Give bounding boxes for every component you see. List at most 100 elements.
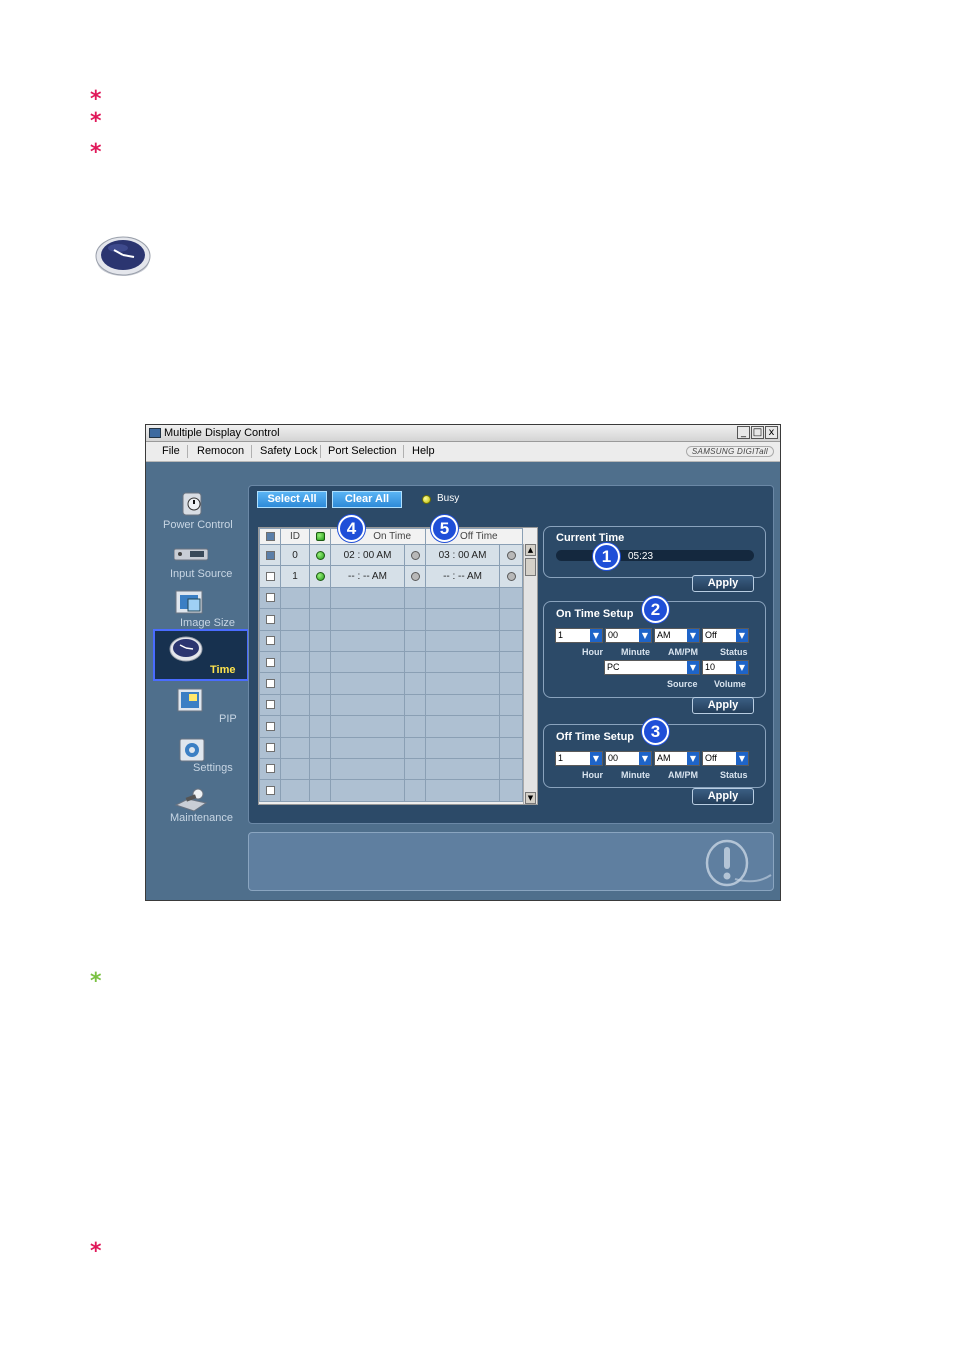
- row-checkbox[interactable]: [259, 608, 281, 631]
- exclamation-icon: [705, 839, 772, 887]
- row-off-time: 03 : 00 AM: [425, 543, 501, 567]
- app-icon: [149, 428, 161, 438]
- table-row[interactable]: 1 -- : -- AM -- : -- AM: [259, 565, 524, 588]
- menu-help[interactable]: Help: [412, 445, 435, 457]
- row-checkbox[interactable]: [259, 779, 281, 802]
- current-time-apply-button[interactable]: Apply: [692, 575, 754, 592]
- table-row[interactable]: [259, 672, 524, 695]
- clear-all-button[interactable]: Clear All: [332, 491, 402, 508]
- nav-power-control[interactable]: Power Control: [152, 487, 252, 535]
- on-hour-select[interactable]: 1 ▼: [555, 628, 603, 643]
- note-star-icon: *: [90, 140, 102, 165]
- scroll-thumb[interactable]: [525, 558, 536, 576]
- clock-icon: [169, 636, 203, 662]
- off-status-select[interactable]: Off ▼: [702, 751, 749, 766]
- on-volume-select[interactable]: 10 ▼: [702, 660, 749, 675]
- menu-remocon[interactable]: Remocon: [197, 445, 244, 457]
- note-star-icon: *: [90, 1239, 102, 1264]
- on-time-status-icon: [403, 565, 427, 588]
- chevron-down-icon: ▼: [736, 661, 748, 674]
- nav-image-size[interactable]: Image Size: [152, 585, 252, 633]
- settings-icon: [179, 738, 205, 762]
- on-time-status-icon: [403, 543, 427, 567]
- window-title: Multiple Display Control: [164, 427, 280, 439]
- menu-bar: File Remocon Safety Lock Port Selection …: [146, 442, 780, 462]
- row-checkbox[interactable]: [259, 693, 281, 717]
- select-all-checkbox[interactable]: [259, 528, 281, 545]
- menu-safety-lock[interactable]: Safety Lock: [260, 445, 317, 457]
- on-time-apply-button[interactable]: Apply: [692, 697, 754, 714]
- row-checkbox[interactable]: [259, 586, 281, 610]
- row-checkbox[interactable]: [259, 672, 281, 695]
- table-row[interactable]: 0 02 : 00 AM 03 : 00 AM: [259, 543, 524, 567]
- off-time-setup-title: Off Time Setup: [556, 731, 635, 743]
- callout-badge-3: 3: [642, 718, 669, 745]
- on-status-select[interactable]: Off ▼: [702, 628, 749, 643]
- off-minute-select[interactable]: 00 ▼: [605, 751, 652, 766]
- callout-badge-2: 2: [642, 596, 669, 623]
- minimize-button[interactable]: _: [737, 426, 750, 439]
- chevron-down-icon: ▼: [736, 752, 748, 765]
- row-checkbox[interactable]: [259, 629, 281, 652]
- id-column-header: ID: [280, 528, 310, 545]
- row-id: 1: [280, 565, 310, 588]
- busy-label: Busy: [437, 493, 460, 504]
- scroll-down-icon[interactable]: ▼: [525, 792, 536, 804]
- app-window: Multiple Display Control _ □ x File Remo…: [145, 424, 781, 901]
- nav-time[interactable]: Time: [153, 629, 249, 681]
- nav-settings[interactable]: Settings: [152, 733, 252, 781]
- table-row[interactable]: [259, 629, 524, 652]
- nav-maintenance[interactable]: Maintenance: [152, 783, 252, 831]
- off-time-status-icon: [499, 565, 524, 588]
- connection-status-icon: [309, 565, 331, 588]
- current-time-bar: [556, 550, 754, 561]
- tip-star-icon: *: [90, 969, 102, 994]
- status-message-box: [248, 832, 774, 891]
- row-checkbox[interactable]: [259, 757, 281, 781]
- current-time-title: Current Time: [556, 532, 625, 544]
- row-checkbox[interactable]: [259, 736, 281, 759]
- table-row[interactable]: [259, 736, 524, 759]
- table-row[interactable]: [259, 608, 524, 631]
- menu-port-selection[interactable]: Port Selection: [328, 445, 396, 457]
- row-checkbox[interactable]: [259, 565, 281, 588]
- current-time-panel: Current Time 05:23: [543, 526, 766, 578]
- chevron-down-icon: ▼: [736, 629, 748, 642]
- nav-pip[interactable]: PIP: [152, 683, 252, 731]
- row-checkbox[interactable]: [259, 543, 281, 567]
- table-row[interactable]: [259, 779, 524, 802]
- display-grid: ID On Time Off Time 0 02 : 00 AM 03 : 00 A…: [258, 527, 538, 805]
- nav-input-source[interactable]: Input Source: [152, 537, 252, 585]
- on-time-setup-title: On Time Setup: [556, 608, 634, 620]
- table-row[interactable]: [259, 650, 524, 674]
- off-time-apply-button[interactable]: Apply: [692, 788, 754, 805]
- scroll-up-icon[interactable]: ▲: [525, 544, 536, 556]
- callout-badge-5: 5: [431, 515, 458, 542]
- on-minute-select[interactable]: 00 ▼: [605, 628, 652, 643]
- note-star-icon: *: [90, 109, 102, 134]
- menu-file[interactable]: File: [162, 445, 180, 457]
- off-time-status-icon: [499, 543, 524, 567]
- row-checkbox[interactable]: [259, 650, 281, 674]
- off-hour-select[interactable]: 1 ▼: [555, 751, 603, 766]
- row-checkbox[interactable]: [259, 715, 281, 738]
- grid-scrollbar[interactable]: ▲ ▼: [523, 544, 537, 804]
- off-ampm-select[interactable]: AM ▼: [654, 751, 700, 766]
- table-row[interactable]: [259, 586, 524, 610]
- table-row[interactable]: [259, 693, 524, 717]
- select-all-button[interactable]: Select All: [257, 491, 327, 508]
- callout-badge-4: 4: [338, 515, 365, 542]
- title-bar: Multiple Display Control _ □ x: [146, 425, 780, 442]
- table-row[interactable]: [259, 757, 524, 781]
- maximize-button[interactable]: □: [751, 426, 764, 439]
- power-control-icon: [182, 492, 202, 516]
- chevron-down-icon: ▼: [639, 629, 651, 642]
- chevron-down-icon: ▼: [687, 629, 699, 642]
- table-row[interactable]: [259, 715, 524, 738]
- close-button[interactable]: x: [765, 426, 778, 439]
- on-ampm-select[interactable]: AM ▼: [654, 628, 700, 643]
- clock-icon: [95, 236, 151, 276]
- on-source-select[interactable]: PC ▼: [604, 660, 700, 675]
- pip-icon: [177, 688, 203, 712]
- callout-badge-1: 1: [593, 543, 620, 570]
